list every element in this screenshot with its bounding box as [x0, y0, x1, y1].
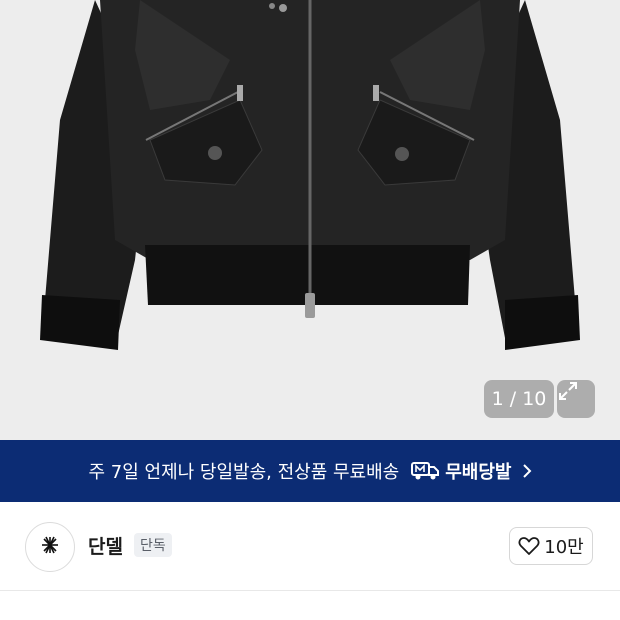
shop-avatar[interactable] [25, 522, 75, 572]
heart-icon [518, 536, 540, 556]
free-shipping-badge-label: 무배당발 [445, 462, 512, 483]
like-button[interactable]: 10만 [509, 527, 593, 565]
chevron-right-icon [522, 463, 532, 479]
expand-button[interactable] [557, 380, 595, 418]
shipping-banner-text: 주 7일 언제나 당일발송, 전상품 무료배송 [88, 462, 400, 483]
shop-logo-icon [39, 534, 61, 560]
product-image-gallery[interactable]: 1 / 10 [0, 0, 620, 440]
product-image [0, 0, 620, 440]
shipping-banner[interactable]: 주 7일 언제나 당일발송, 전상품 무료배송 무배당발 [0, 440, 620, 502]
image-counter: 1 / 10 [484, 380, 554, 418]
exclusive-tag: 단독 [134, 533, 172, 557]
free-shipping-badge: 무배당발 [411, 458, 512, 484]
delivery-truck-icon [411, 461, 440, 481]
like-count: 10만 [544, 537, 584, 558]
shop-name[interactable]: 단델 [88, 532, 123, 559]
next-section [0, 591, 620, 620]
